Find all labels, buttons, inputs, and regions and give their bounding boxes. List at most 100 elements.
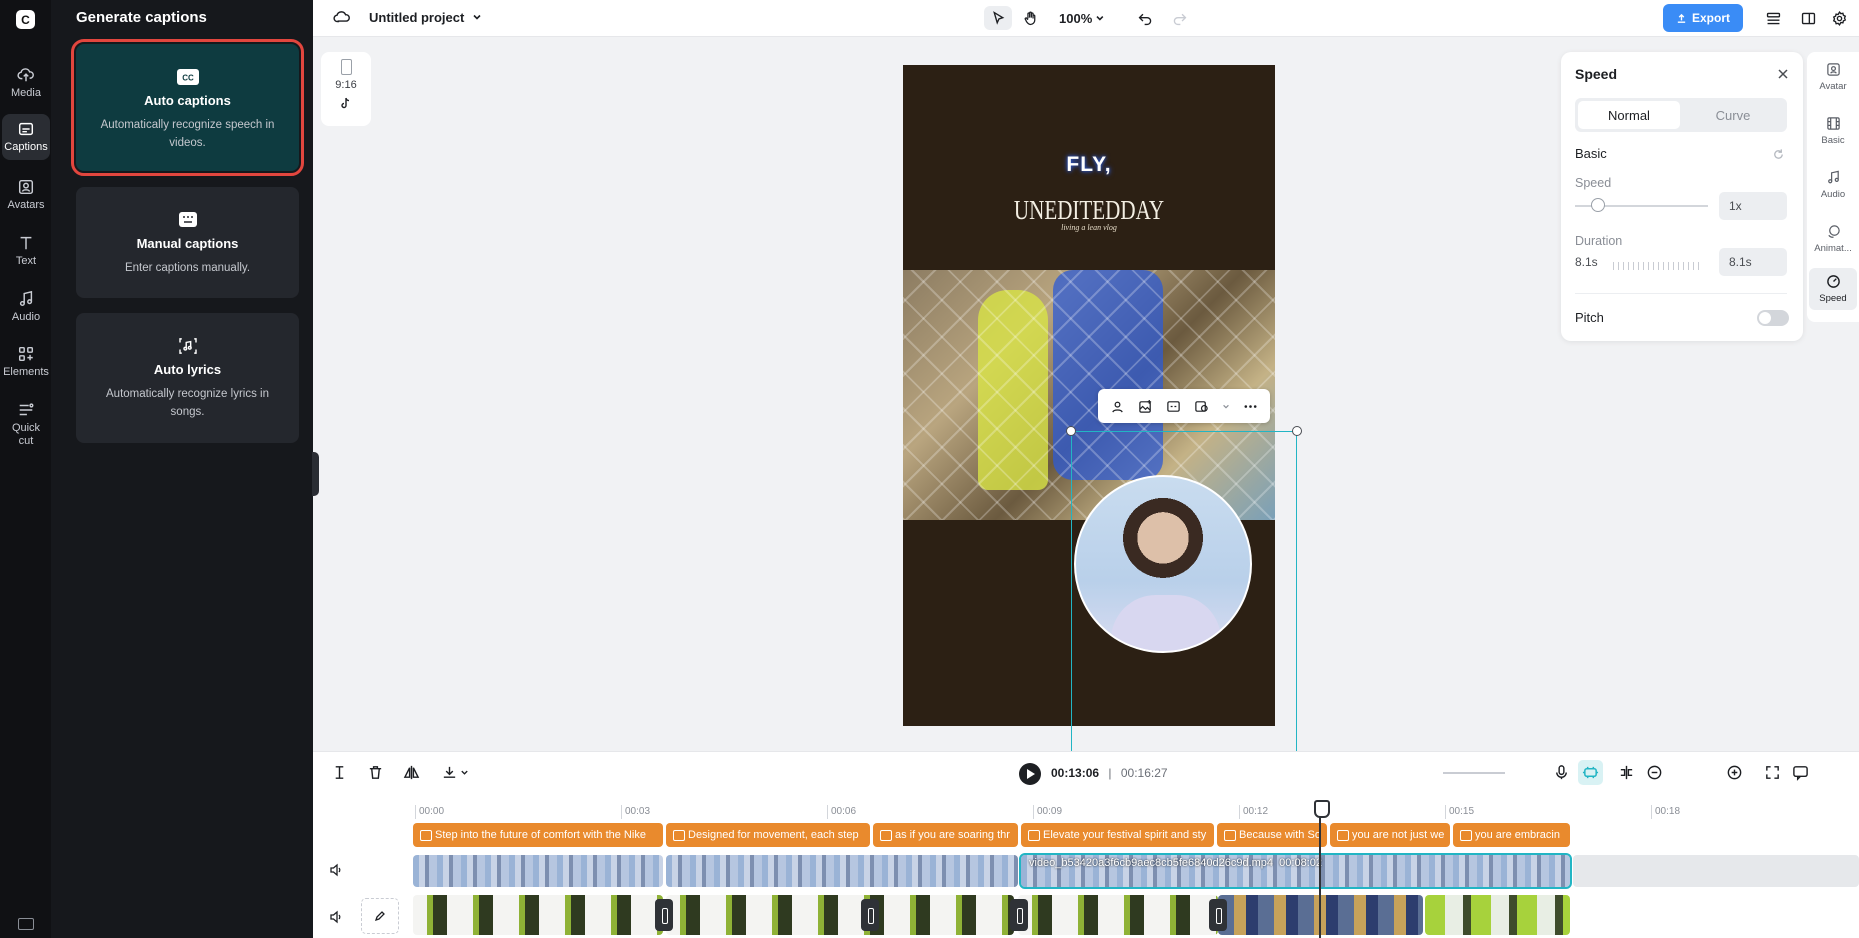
card-description: Enter captions manually. [124,262,251,274]
caption-clip[interactable]: as if you are soaring thr [873,823,1018,847]
clip-filename: video_b53420a3f6cb9aec8cb5fe6840d26c9d.m… [1029,857,1322,869]
ruler-tick: 00:09 [1033,805,1062,819]
crop-frame-icon[interactable] [1166,399,1181,414]
auto-snap-button[interactable] [1578,760,1603,785]
tab-animation[interactable]: Animat... [1809,224,1857,254]
track-empty-area [1573,855,1859,887]
hand-icon [1024,10,1035,25]
caption-clip[interactable]: you are embracin [1453,823,1570,847]
reset-icon[interactable] [1772,148,1785,161]
panel-collapse-handle[interactable] [312,452,319,496]
tab-speed[interactable]: Speed [1809,268,1857,310]
avatar-clip[interactable] [666,855,1018,887]
download-button[interactable] [441,764,469,781]
rail-label: Avatars [7,199,45,211]
keyboard-shortcuts-icon[interactable] [18,918,34,930]
hand-tool-button[interactable] [1017,6,1043,30]
avatar-clip[interactable] [413,855,663,887]
rail-item-captions[interactable]: Captions [2,114,50,160]
auto-captions-card[interactable]: CC Auto captions Automatically recognize… [71,39,304,176]
transition-handle[interactable] [861,899,879,931]
timeline-zoom-slider[interactable] [1443,772,1505,774]
resize-handle-top-left[interactable] [1066,426,1076,436]
split-view-button[interactable] [1618,764,1635,781]
transition-handle[interactable] [1010,899,1028,931]
duration-scrubber[interactable] [1613,262,1703,270]
zoom-in-icon [1727,765,1742,780]
avatar-track: video_b53420a3f6cb9aec8cb5fe6840d26c9d.m… [313,853,1859,889]
layers-button[interactable] [1762,6,1784,30]
redo-button[interactable] [1167,6,1191,30]
select-tool-button[interactable] [984,6,1012,30]
flip-button[interactable] [403,764,420,781]
caption-clip[interactable]: Elevate your festival spirit and sty [1021,823,1214,847]
transition-handle[interactable] [1209,899,1227,931]
zoom-dropdown[interactable]: 100% [1059,6,1105,30]
tab-label: Basic [1821,135,1845,146]
record-voice-button[interactable] [1553,764,1570,781]
panel-layout-icon [1801,12,1815,24]
video-clip[interactable] [666,895,1014,935]
undo-button[interactable] [1133,6,1157,30]
caption-overlay-text[interactable]: FLY, [903,153,1275,177]
speed-slider-knob[interactable] [1590,198,1605,212]
panel-layout-button[interactable] [1797,6,1819,30]
zoom-in-button[interactable] [1726,764,1743,781]
tab-audio[interactable]: Audio [1809,170,1857,200]
tab-basic[interactable]: Basic [1809,116,1857,146]
more-icon[interactable] [1243,399,1258,414]
selection-box[interactable] [1071,431,1297,751]
time-ruler[interactable]: 00:00 00:03 00:06 00:09 00:12 00:15 00:1… [313,800,1859,820]
video-clip[interactable] [1018,895,1218,935]
resize-handle-top-right[interactable] [1292,426,1302,436]
keyboard-icon [178,212,197,227]
rail-item-elements[interactable]: Elements [2,345,50,379]
rail-item-audio[interactable]: Audio [2,290,50,324]
delete-button[interactable] [367,764,384,781]
speed-value-input[interactable]: 1x [1719,192,1787,220]
caption-clip[interactable]: Because with So [1217,823,1327,847]
playhead[interactable] [1314,800,1330,938]
ruler-tick: 00:18 [1651,805,1680,819]
auto-lyrics-card[interactable]: Auto lyrics Automatically recognize lyri… [76,313,299,443]
export-button[interactable]: Export [1663,4,1743,32]
video-clip[interactable] [413,895,663,935]
close-icon[interactable] [1777,68,1789,80]
rail-item-text[interactable]: Text [2,234,50,268]
brand-title-text[interactable]: UNEDITEDDAY [944,195,1234,226]
caption-clip[interactable]: you are not just we [1330,823,1450,847]
divider [1575,293,1787,294]
tab-normal[interactable]: Normal [1578,101,1680,129]
mask-icon[interactable] [1194,399,1209,414]
chevron-down-icon[interactable] [1222,399,1230,414]
tab-curve[interactable]: Curve [1682,101,1784,129]
project-menu[interactable]: Untitled project [333,9,482,25]
fit-timeline-button[interactable] [1764,764,1781,781]
transition-handle[interactable] [655,899,673,931]
avatar-clip-selected[interactable]: video_b53420a3f6cb9aec8cb5fe6840d26c9d.m… [1019,853,1572,889]
caption-clip[interactable]: Designed for movement, each step [666,823,870,847]
main-video-track [313,895,1859,935]
rail-item-media[interactable]: Media [2,66,50,100]
settings-button[interactable] [1828,6,1850,30]
zoom-out-button[interactable] [1646,764,1663,781]
rail-item-avatars[interactable]: Avatars [2,178,50,212]
avatar-swap-icon[interactable] [1110,399,1125,414]
feedback-button[interactable] [1792,764,1809,781]
app-window: C Media Captions Avatars Text Audio Elem… [0,0,1859,938]
duration-value-input[interactable]: 8.1s [1719,248,1787,276]
aspect-ratio-widget[interactable]: 9:16 [321,52,371,126]
split-icon [335,766,344,779]
manual-captions-card[interactable]: Manual captions Enter captions manually. [76,187,299,298]
card-description: Automatically recognize speech in videos… [100,119,275,149]
chevron-down-icon [1096,15,1104,21]
rail-item-quick-cut[interactable]: Quick cut [2,401,50,448]
redo-icon [1173,13,1186,25]
pitch-toggle[interactable] [1757,310,1789,326]
split-button[interactable] [331,764,348,781]
play-button[interactable] [1019,763,1041,785]
tab-avatar[interactable]: Avatar [1809,62,1857,92]
caption-clip[interactable]: Step into the future of comfort with the… [413,823,663,847]
replace-image-icon[interactable] [1138,399,1153,414]
video-clip[interactable] [1425,895,1570,935]
